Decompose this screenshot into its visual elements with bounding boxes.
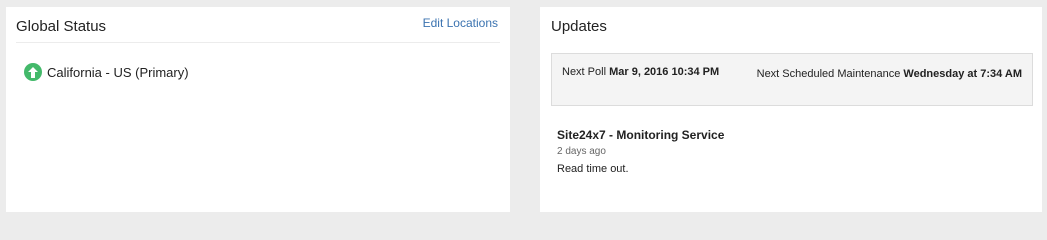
update-title: Site24x7 - Monitoring Service [557,128,725,142]
update-message: Read time out. [557,163,629,175]
location-name: California - US (Primary) [47,64,189,80]
next-poll-value: Mar 9, 2016 10:34 PM [609,66,720,78]
updates-title: Updates [551,18,607,35]
updates-panel: Updates Next Poll Mar 9, 2016 10:34 PM N… [540,7,1042,212]
update-item: Site24x7 - Monitoring Service 2 days ago… [557,128,724,175]
next-poll-label: Next Poll [562,66,607,78]
next-maintenance-label: Next Scheduled Maintenance [756,68,901,80]
panel-divider [16,42,500,43]
global-status-title: Global Status [16,18,107,35]
update-time: 2 days ago [557,146,606,157]
next-poll: Next Poll Mar 9, 2016 10:34 PM [562,66,719,78]
arrow-up-icon [24,63,42,81]
location-item: California - US (Primary) [24,63,189,81]
global-status-panel: Global Status Edit Locations California … [6,7,510,212]
next-maintenance-value: Wednesday at 7:34 AM [903,68,1022,80]
next-maintenance: Next Scheduled Maintenance Wednesday at … [732,66,1022,82]
dashboard: Global Status Edit Locations California … [0,0,1047,219]
poll-info-box: Next Poll Mar 9, 2016 10:34 PM Next Sche… [551,53,1033,106]
edit-locations-link[interactable]: Edit Locations [423,16,498,30]
